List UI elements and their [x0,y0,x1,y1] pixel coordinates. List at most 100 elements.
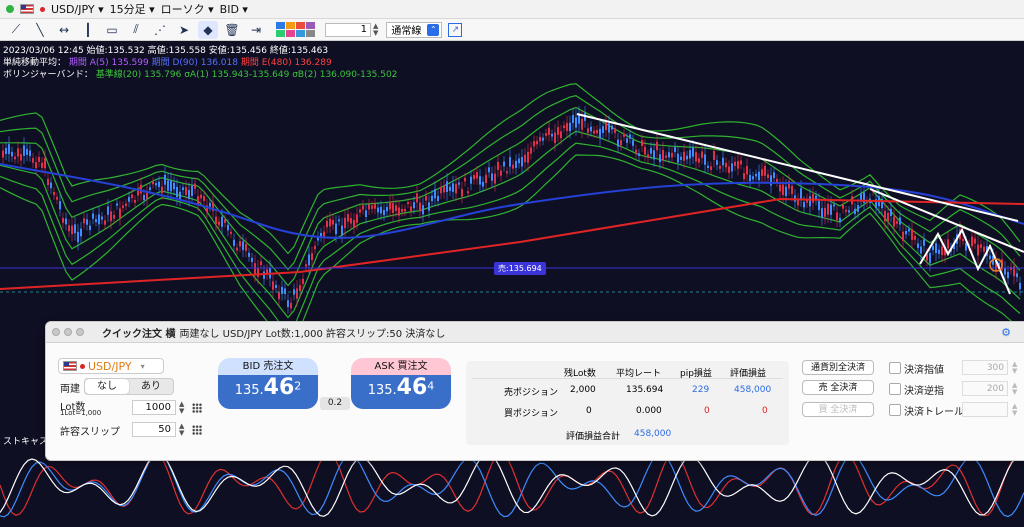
candle-body [422,205,424,215]
candle-body [68,225,70,232]
candle-body [707,165,709,168]
color-swatch[interactable] [306,30,315,37]
keypad-icon[interactable] [192,403,202,413]
candle-body [95,219,97,223]
candle-body [623,133,625,137]
settle-stop-checkbox[interactable] [889,383,901,395]
channel-icon[interactable]: ⫽ [126,21,146,39]
close-icon[interactable] [52,328,60,336]
candle-body [824,207,826,217]
bid-sell-button[interactable]: BID 売注文 135.462 [218,358,318,409]
color-swatch[interactable] [306,22,315,29]
close-all-buy-button[interactable]: 買 全決済 [802,402,874,417]
candle-body [53,192,55,196]
bid-price: 135.462 [218,375,318,409]
candle-body [227,224,229,231]
color-swatch[interactable] [276,30,285,37]
candle-body [50,182,52,189]
panel-titlebar[interactable]: クイック注文 横両建なし USD/JPY Lot数:1,000 許容スリップ:5… [46,322,1024,343]
measure-icon[interactable]: ⇥ [246,21,266,39]
candle-body [485,174,487,183]
candle-body [689,150,691,159]
candle-body [626,138,628,143]
close-all-by-currency-button[interactable]: 通貨別全決済 [802,360,874,375]
bid-label: BID 売注文 [218,358,318,375]
color-swatch[interactable] [286,22,295,29]
candle-body [908,228,910,232]
timeframe-select[interactable]: 15分足 ▾ [110,1,155,17]
settle-trail-checkbox[interactable] [889,404,901,416]
settle-limit-checkbox[interactable] [889,362,901,374]
vertical-line-icon[interactable]: ┃ [78,21,98,39]
candle-body [716,160,718,165]
candle-body [44,157,46,169]
hedge-option-none[interactable]: なし [85,379,129,394]
cursor-icon[interactable]: ➤ [174,21,194,39]
trendline-icon[interactable]: ⟋ [6,21,26,39]
chart-type-select[interactable]: ローソク ▾ [161,1,214,17]
candle-body [791,185,793,195]
candle-body [911,229,913,240]
keypad-icon[interactable] [192,425,202,435]
lot-input[interactable]: 1000 [132,400,176,415]
position-table: 残Lot数 平均レート pip損益 評価損益 売ポジション 2,000 135.… [466,361,789,445]
settle-stop-input[interactable]: 200 [962,381,1008,396]
line-style-select[interactable]: 通常線 ⌃ [386,21,443,38]
zoom-icon[interactable] [76,328,84,336]
trash-icon[interactable]: 🗑 [222,21,242,39]
candle-body [110,211,112,222]
candle-body [611,125,613,130]
candle-body [734,161,736,166]
hedge-option-yes[interactable]: あり [129,379,173,394]
horizontal-line-icon[interactable]: ↔ [54,21,74,39]
lot-stepper[interactable]: ▲ ▼ [179,401,184,415]
rectangle-icon[interactable]: ▭ [102,21,122,39]
candle-body [299,285,301,292]
slip-stepper[interactable]: ▲ ▼ [179,423,184,437]
candle-body [380,206,382,214]
candle-body [785,186,787,197]
line-width-stepper[interactable]: ▲ ▼ [373,22,378,37]
settle-limit-input[interactable]: 300 [962,360,1008,375]
settle-trail-stepper[interactable]: ▲ ▼ [1012,403,1017,417]
open-external-icon[interactable]: ↗ [448,22,463,37]
candle-body [140,184,142,194]
candle-body [629,134,631,139]
line-icon[interactable]: ╲ [30,21,50,39]
candle-body [149,187,151,190]
candle-body [332,219,334,225]
line-width-input[interactable]: 1 [325,22,371,37]
candle-body [506,171,508,174]
color-swatch[interactable] [296,22,305,29]
candle-body [746,165,748,175]
color-swatch[interactable] [296,30,305,37]
color-swatch[interactable] [286,30,295,37]
candle-body [245,243,247,251]
ask-buy-button[interactable]: ASK 買注文 135.464 [351,358,451,409]
symbol-select[interactable]: USD/JPY ▾ [51,3,104,16]
candle-body [692,147,694,157]
candle-body [833,204,835,207]
fibonacci-icon[interactable]: ⋰ [150,21,170,39]
slip-input[interactable]: 50 [132,422,176,437]
settle-limit-stepper[interactable]: ▲ ▼ [1012,361,1017,375]
candle-body [812,194,814,203]
candle-body [680,156,682,160]
candle-body [857,204,859,212]
candle-body [209,202,211,207]
pair-select[interactable]: USD/JPY ▾ [58,358,164,374]
minimize-icon[interactable] [64,328,72,336]
candle-body [416,193,418,203]
candle-body [965,243,967,251]
gear-icon[interactable]: ⚙ [1001,326,1011,339]
price-type-select[interactable]: BID ▾ [220,3,248,16]
candle-body [461,188,463,197]
settle-trail-input[interactable] [962,402,1008,417]
settle-stop-stepper[interactable]: ▲ ▼ [1012,382,1017,396]
color-swatch[interactable] [276,22,285,29]
color-palette[interactable] [276,22,315,37]
buy-avg: 0.000 [636,406,662,416]
close-all-sell-button[interactable]: 売 全決済 [802,380,874,395]
eraser-icon[interactable]: ◆ [198,20,218,39]
sell-lots: 2,000 [570,385,596,395]
